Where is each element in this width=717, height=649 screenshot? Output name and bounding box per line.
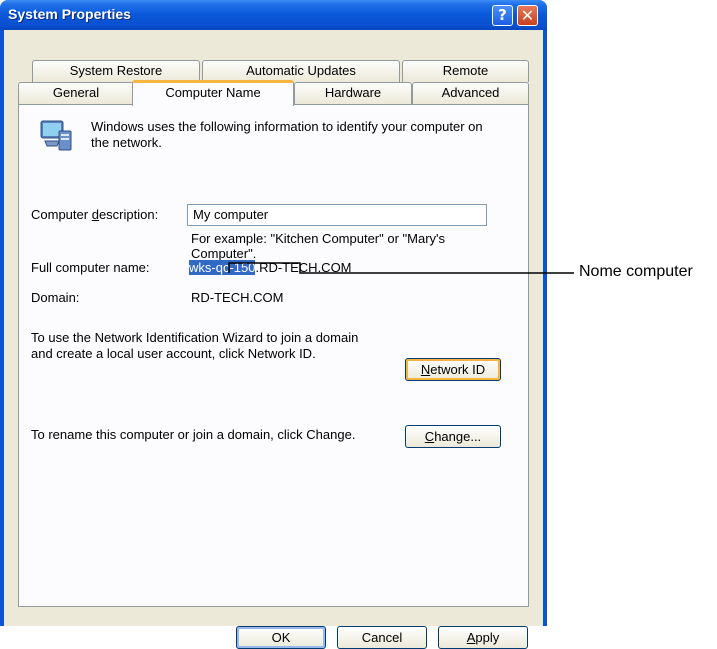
callout-label: Nome computer	[579, 263, 693, 280]
domain-value: RD-TECH.COM	[191, 290, 284, 305]
description-example-text: For example: "Kitchen Computer" or "Mary…	[191, 231, 446, 261]
full-computer-name-value: wks-qc-150.RD-TECH.COM	[189, 260, 352, 275]
cancel-button[interactable]: Cancel	[337, 626, 427, 649]
hostname-selection[interactable]: wks-qc-150	[189, 260, 256, 275]
network-id-button[interactable]: Network ID	[405, 358, 501, 381]
tab-computer-name[interactable]: Computer Name	[132, 80, 294, 106]
tab-hardware[interactable]: Hardware	[294, 82, 412, 104]
dialog-client-area: System Restore Automatic Updates Remote …	[4, 30, 543, 649]
tab-remote[interactable]: Remote	[402, 60, 529, 82]
network-computer-icon	[40, 120, 72, 151]
ok-button[interactable]: OK	[236, 626, 326, 649]
network-id-instructions: To use the Network Identification Wizard…	[31, 330, 359, 361]
computer-name-panel: Windows uses the following information t…	[18, 104, 529, 607]
apply-button[interactable]: Apply	[438, 626, 528, 649]
system-properties-window: System Properties ? ✕ System Restore Aut…	[0, 0, 547, 649]
tab-automatic-updates[interactable]: Automatic Updates	[202, 60, 400, 82]
domain-label: Domain:	[31, 290, 80, 305]
title-bar[interactable]: System Properties ? ✕	[0, 0, 547, 30]
window-title: System Properties	[8, 6, 131, 22]
tab-general[interactable]: General	[18, 82, 134, 104]
intro-text: Windows uses the following information t…	[91, 119, 483, 150]
rename-instructions: To rename this computer or join a domain…	[31, 427, 356, 442]
computer-description-field[interactable]: My computer	[187, 204, 487, 226]
full-computer-name-label: Full computer name:	[31, 260, 150, 275]
change-button[interactable]: Change...	[405, 425, 501, 448]
tab-advanced[interactable]: Advanced	[412, 82, 529, 104]
computer-description-label: Computer description:	[31, 207, 159, 222]
tab-system-restore[interactable]: System Restore	[32, 60, 200, 82]
close-button[interactable]: ✕	[517, 5, 538, 26]
help-button[interactable]: ?	[492, 5, 513, 26]
